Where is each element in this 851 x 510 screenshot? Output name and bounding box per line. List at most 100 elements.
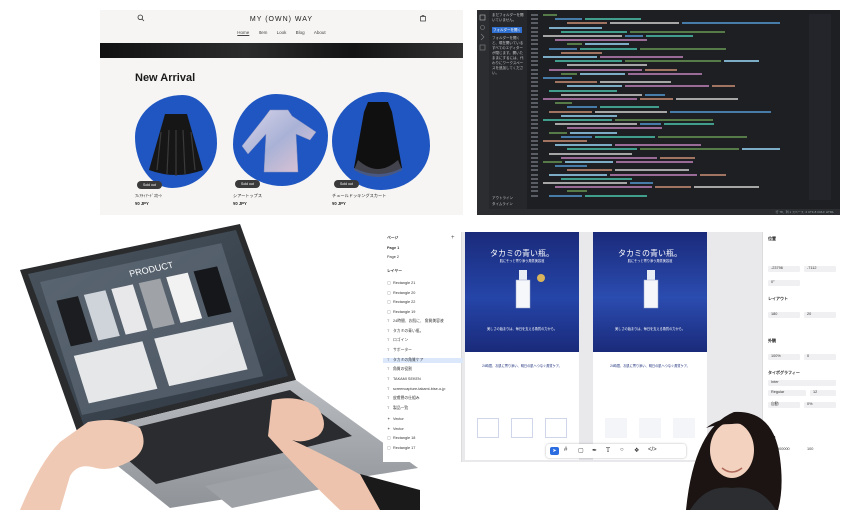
- pen-tool-icon[interactable]: ✒: [592, 447, 597, 454]
- dev-mode-icon[interactable]: </>: [648, 447, 657, 453]
- layer-item[interactable]: T 皮膚層の仕組み: [387, 396, 420, 401]
- layer-label: サポーター: [393, 347, 412, 352]
- frame-tool-icon[interactable]: #: [564, 447, 567, 453]
- nav-link-blog[interactable]: Blog: [296, 30, 305, 35]
- serum-bottle-image: [515, 270, 531, 309]
- code-line: [585, 194, 647, 197]
- rectangle-icon: ▢: [387, 281, 391, 285]
- product-price: ¥0 JPY: [135, 201, 149, 206]
- code-line: [655, 186, 691, 189]
- vector-icon: ✦: [387, 426, 391, 431]
- line-number: [531, 98, 538, 100]
- skirt-image: [149, 114, 203, 176]
- code-line: [567, 127, 662, 130]
- nav-link-item[interactable]: Item: [259, 30, 268, 35]
- layer-item[interactable]: T 角質の役割: [387, 367, 412, 372]
- layer-item[interactable]: T 製品一覧: [387, 406, 408, 411]
- rectangle-icon: ▢: [387, 436, 391, 441]
- code-line: [600, 56, 683, 58]
- code-line: [543, 98, 637, 100]
- line-number: [531, 161, 538, 163]
- comment-tool-icon[interactable]: ○: [620, 447, 624, 453]
- layer-item[interactable]: ▢ Rectangle 22: [387, 299, 415, 304]
- nav-link-about[interactable]: About: [314, 30, 326, 35]
- timeline-panel-label[interactable]: タイムライン: [492, 202, 525, 207]
- product-name[interactable]: シアートップス: [233, 193, 262, 199]
- nav-link-look[interactable]: Look: [277, 30, 287, 35]
- activity-icons[interactable]: [479, 14, 487, 54]
- code-line: [600, 81, 671, 84]
- line-number: [531, 110, 538, 113]
- layer-item[interactable]: ▢ Rectangle 17: [387, 445, 415, 450]
- outline-panel-label[interactable]: アウトライン: [492, 196, 525, 201]
- layer-item[interactable]: ▢ Rectangle 21: [387, 280, 415, 285]
- code-line: [630, 30, 725, 33]
- page-item[interactable]: Page 1: [387, 246, 399, 250]
- code-line: [555, 165, 587, 168]
- open-folder-button[interactable]: フォルダーを開く: [492, 27, 522, 33]
- code-line: [645, 93, 665, 96]
- rotation-value: 0°: [771, 280, 775, 284]
- frame-subtitle: 肌にそっと寄り添う角質美容液: [627, 259, 673, 263]
- text-tool-icon[interactable]: T: [606, 447, 610, 454]
- line-number: [531, 22, 538, 25]
- height-value: 20: [807, 312, 812, 316]
- code-line: [645, 68, 677, 71]
- canvas-frame-1[interactable]: タカミの青い瓶。 肌にそっと寄り添う角質美容液 美しさの始まりは、毎日を支える角…: [465, 232, 579, 460]
- product-name[interactable]: ﾌﾚｱﾃｨｱｰﾄﾞｽｶｰﾄ: [135, 193, 162, 199]
- line-number: [531, 56, 538, 58]
- layer-item[interactable]: T タカミの角質ケア: [383, 357, 463, 363]
- line-number: [531, 35, 538, 37]
- layer-item[interactable]: ▢ Rectangle 18: [387, 435, 415, 440]
- sold-out-badge: Sold out: [235, 180, 260, 188]
- code-line: [543, 140, 587, 142]
- layer-item[interactable]: T タカミの青い瓶。: [387, 329, 423, 334]
- line-number: [531, 30, 538, 33]
- code-line: [561, 93, 642, 96]
- page-item[interactable]: Page 2: [387, 255, 399, 259]
- layer-item[interactable]: T 24時間、お肌に、 角質美容液: [387, 319, 444, 324]
- line-number: [531, 81, 538, 84]
- feature-card: [639, 418, 661, 438]
- line-number: [531, 156, 538, 159]
- add-page-icon[interactable]: +: [451, 235, 455, 241]
- appearance-header: 外観: [768, 338, 776, 343]
- layer-label: 皮膚層の仕組み: [393, 396, 420, 401]
- x-value: -23796: [771, 266, 783, 270]
- minimap[interactable]: [809, 14, 831, 200]
- layer-label: Vector: [393, 426, 404, 431]
- line-number: [531, 144, 538, 147]
- layer-item[interactable]: ✦ Vector: [387, 416, 404, 421]
- text-layer-icon: T: [387, 357, 390, 362]
- fill-opacity[interactable]: 100: [807, 447, 813, 451]
- line-number: [531, 72, 538, 75]
- layer-item[interactable]: Tscreencapture-takami-bise-o-jp: [387, 387, 445, 391]
- product-name[interactable]: チュールドッキングスカート: [332, 193, 386, 199]
- nav-link-home[interactable]: Home: [237, 30, 249, 35]
- code-line: [670, 110, 771, 113]
- layer-item[interactable]: ▢ Rectangle 20: [387, 290, 415, 295]
- line-number: [531, 18, 538, 21]
- layer-label: 角質の役割: [393, 367, 412, 372]
- layer-item[interactable]: ✦ Vector: [387, 426, 404, 431]
- bag-icon[interactable]: [419, 14, 427, 22]
- line-number: [531, 194, 538, 197]
- code-line: [585, 43, 629, 46]
- component-tool-icon[interactable]: ❖: [634, 447, 639, 454]
- layer-item[interactable]: ▢ Rectangle 19: [387, 309, 415, 314]
- layer-label: 24時間、お肌に、 角質美容液: [393, 318, 444, 323]
- line-number: [531, 39, 538, 42]
- rectangle-tool-icon[interactable]: ▢: [578, 447, 584, 454]
- layer-label: Rectangle 20: [393, 290, 416, 295]
- code-line: [625, 85, 709, 88]
- shop-brand-logo[interactable]: MY (OWN) WAY: [100, 16, 463, 23]
- move-tool-icon[interactable]: ➤: [550, 447, 559, 455]
- layer-label: Rectangle 22: [393, 300, 416, 305]
- layer-item[interactable]: T ロゴイン: [387, 338, 408, 343]
- line-number: [531, 177, 538, 180]
- code-line: [567, 64, 647, 67]
- code-line: [543, 35, 622, 37]
- layer-item[interactable]: T サポーター: [387, 348, 412, 353]
- layer-item[interactable]: T TAKAMI SEKEN: [387, 377, 421, 381]
- code-line: [555, 39, 647, 42]
